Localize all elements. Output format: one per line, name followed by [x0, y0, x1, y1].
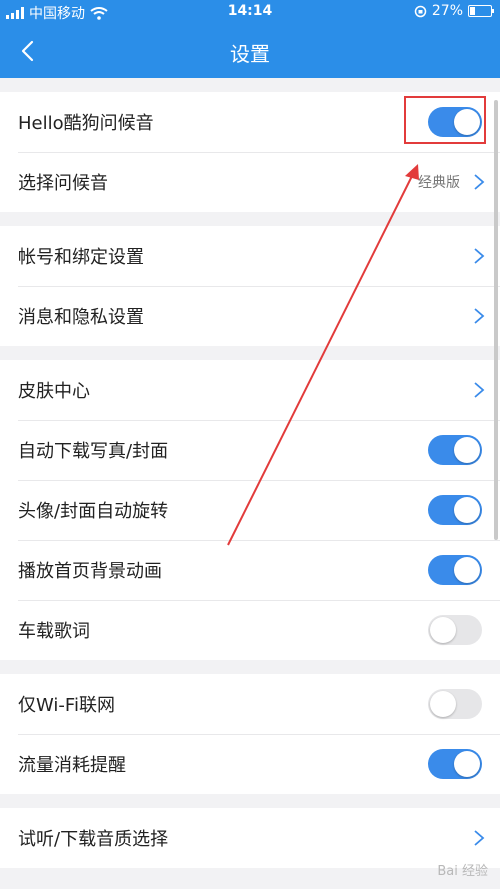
scrollbar[interactable]	[494, 100, 498, 540]
battery-icon	[468, 5, 494, 17]
setting-row-auto-download-cover[interactable]: 自动下载写真/封面	[0, 420, 500, 480]
toggle-knob	[454, 557, 480, 583]
chevron-right-icon	[474, 308, 485, 324]
toggle-knob	[454, 437, 480, 463]
status-right: 27%	[414, 3, 494, 19]
setting-row-wifi-only[interactable]: 仅Wi-Fi联网	[0, 674, 500, 734]
setting-label: 自动下载写真/封面	[18, 441, 169, 462]
settings-group-display: 皮肤中心 自动下载写真/封面 头像/封面自动旋转 播放首页背景动画 车载歌词	[0, 360, 500, 660]
setting-label: 仅Wi-Fi联网	[18, 695, 115, 716]
toggle-knob	[454, 751, 480, 777]
setting-row-skin-center[interactable]: 皮肤中心	[0, 360, 500, 420]
orientation-lock-icon	[414, 5, 427, 17]
settings-group-audio: 试听/下载音质选择	[0, 808, 500, 868]
car-lyrics-toggle[interactable]	[428, 615, 482, 645]
settings-group-network: 仅Wi-Fi联网 流量消耗提醒	[0, 674, 500, 794]
setting-label: Hello酷狗问候音	[18, 113, 154, 134]
setting-label: 帐号和绑定设置	[18, 247, 144, 268]
toggle-knob	[454, 497, 480, 523]
status-bar: 中国移动 14:14 27%	[0, 0, 500, 24]
setting-label: 消息和隐私设置	[18, 307, 144, 328]
data-usage-alert-toggle[interactable]	[428, 749, 482, 779]
setting-row-car-lyrics[interactable]: 车载歌词	[0, 600, 500, 660]
setting-label: 车载歌词	[18, 621, 90, 642]
chevron-right-icon	[474, 174, 485, 190]
setting-value: 经典版	[418, 175, 460, 191]
setting-row-audio-quality[interactable]: 试听/下载音质选择	[0, 808, 500, 868]
setting-row-choose-greeting[interactable]: 选择问候音 经典版	[0, 152, 500, 212]
auto-download-cover-toggle[interactable]	[428, 435, 482, 465]
page-title: 设置	[230, 42, 270, 66]
wifi-only-toggle[interactable]	[428, 689, 482, 719]
setting-label: 头像/封面自动旋转	[18, 501, 169, 522]
setting-label: 试听/下载音质选择	[18, 829, 169, 850]
toggle-knob	[430, 617, 456, 643]
auto-rotate-avatar-toggle[interactable]	[428, 495, 482, 525]
settings-list: Hello酷狗问候音 选择问候音 经典版 帐号和绑定设置 消息和隐私设置 皮肤中…	[0, 92, 500, 882]
setting-row-message-privacy[interactable]: 消息和隐私设置	[0, 286, 500, 346]
setting-row-home-bg-animation[interactable]: 播放首页背景动画	[0, 540, 500, 600]
settings-group-account: 帐号和绑定设置 消息和隐私设置	[0, 226, 500, 346]
nav-bar: 设置	[0, 24, 500, 78]
setting-row-data-usage-alert[interactable]: 流量消耗提醒	[0, 734, 500, 794]
setting-label: 选择问候音	[18, 173, 108, 194]
annotation-highlight-box	[404, 96, 486, 144]
setting-row-auto-rotate-avatar[interactable]: 头像/封面自动旋转	[0, 480, 500, 540]
chevron-right-icon	[474, 830, 485, 846]
setting-row-account-binding[interactable]: 帐号和绑定设置	[0, 226, 500, 286]
setting-label: 皮肤中心	[18, 381, 90, 402]
watermark: Bai 经验	[437, 864, 488, 879]
chevron-right-icon	[474, 382, 485, 398]
battery-percent: 27%	[431, 3, 463, 19]
toggle-knob	[430, 691, 456, 717]
home-bg-animation-toggle[interactable]	[428, 555, 482, 585]
setting-label: 流量消耗提醒	[18, 755, 126, 776]
setting-label: 播放首页背景动画	[18, 561, 162, 582]
chevron-right-icon	[474, 248, 485, 264]
